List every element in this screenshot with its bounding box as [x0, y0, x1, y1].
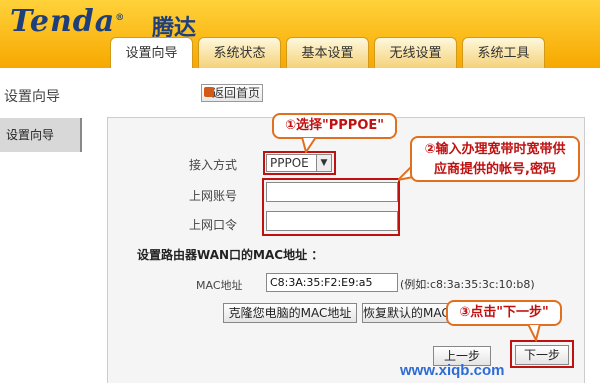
password-input[interactable]: [266, 211, 398, 231]
watermark-text: www.xiqb.com: [400, 362, 505, 379]
next-button[interactable]: 下一步: [515, 345, 569, 365]
tab-system-status[interactable]: 系统状态: [198, 37, 281, 68]
sidebar-item-setup-wizard[interactable]: 设置向导: [0, 118, 82, 152]
password-label: 上网口令: [189, 218, 238, 232]
tab-wireless-settings[interactable]: 无线设置: [374, 37, 457, 68]
tenda-logo: Tenda®: [10, 4, 126, 39]
mac-label: MAC地址: [196, 279, 243, 292]
callout-step1: ①选择"PPPOE": [272, 113, 397, 139]
access-mode-label: 接入方式: [189, 158, 238, 172]
callout-step2-line1: ②输入办理宽带时宽带供: [424, 142, 566, 157]
access-mode-value: PPPOE: [270, 156, 309, 170]
clone-mac-button[interactable]: 克隆您电脑的MAC地址: [223, 303, 357, 323]
restore-mac-button[interactable]: 恢复默认的MAC地址: [362, 303, 450, 323]
callout-step3-tail: [526, 324, 542, 342]
callout-step1-tail: [300, 137, 318, 153]
sidebar-title: 设置向导: [4, 89, 60, 105]
account-input[interactable]: [266, 182, 398, 202]
tab-system-tools[interactable]: 系统工具: [462, 37, 545, 68]
tab-setup-wizard[interactable]: 设置向导: [110, 37, 193, 68]
access-mode-select[interactable]: PPPOE ▼: [266, 154, 332, 172]
callout-step2: ②输入办理宽带时宽带供 应商提供的帐号,密码: [410, 136, 580, 182]
mac-section-title: 设置路由器WAN口的MAC地址 ：: [137, 248, 324, 262]
callout-step2-line2: 应商提供的帐号,密码: [434, 162, 556, 177]
home-arrow-icon: [204, 87, 214, 97]
callout-step3: ③点击"下一步": [446, 300, 562, 326]
tab-basic-settings[interactable]: 基本设置: [286, 37, 369, 68]
mac-example-text: (例如:c8:3a:35:3c:10:b8): [400, 278, 535, 291]
account-label: 上网账号: [189, 189, 238, 203]
return-home-button[interactable]: 返回首页: [201, 84, 263, 102]
header-bar: Tenda® 腾达 设置向导 系统状态 基本设置 无线设置 系统工具: [0, 0, 600, 68]
chevron-down-icon[interactable]: ▼: [316, 155, 331, 171]
mac-address-input[interactable]: C8:3A:35:F2:E9:a5: [266, 273, 398, 292]
